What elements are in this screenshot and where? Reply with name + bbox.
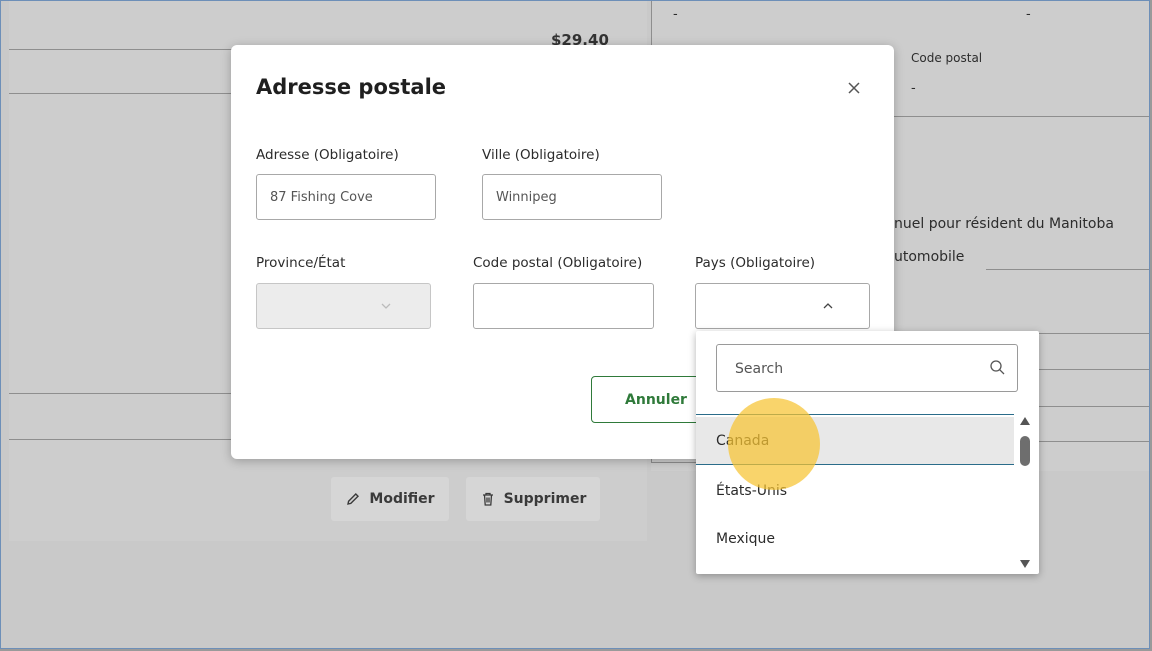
divider: [1039, 369, 1149, 370]
scroll-up-arrow-icon[interactable]: [1020, 417, 1030, 425]
search-icon: [990, 360, 1005, 375]
divider: [651, 462, 696, 463]
scroll-down-arrow-icon[interactable]: [1020, 560, 1030, 568]
search-field[interactable]: [716, 344, 1018, 393]
province-select[interactable]: [256, 283, 431, 329]
pencil-icon: [347, 493, 360, 505]
app-frame: $29.40 - - Code postal - nuel pour résid…: [0, 0, 1150, 649]
search-input[interactable]: [733, 345, 977, 393]
close-icon[interactable]: [843, 77, 865, 99]
province-label: Province/État: [256, 255, 346, 271]
delete-button-label: Supprimer: [503, 491, 587, 507]
list-top-border: [696, 414, 1014, 415]
chevron-up-icon: [823, 303, 833, 309]
dialog-title: Adresse postale: [256, 75, 447, 99]
automobile-text: utomobile: [894, 249, 965, 265]
city-input[interactable]: [482, 174, 662, 220]
divider: [9, 93, 231, 94]
option-etats-unis[interactable]: États-Unis: [696, 467, 1014, 515]
trash-icon: [482, 492, 493, 506]
divider: [986, 269, 1149, 270]
postal-code-input[interactable]: [473, 283, 654, 329]
edit-button[interactable]: Modifier: [331, 477, 449, 521]
country-label: Pays (Obligatoire): [695, 255, 816, 271]
option-canada[interactable]: Canada: [696, 417, 1014, 465]
chevron-down-icon: [381, 303, 391, 309]
divider: [9, 439, 231, 440]
postal-code-value: -: [911, 81, 916, 96]
divider: [1039, 406, 1149, 407]
address-input[interactable]: [256, 174, 436, 220]
divider: [1039, 333, 1149, 334]
manitoba-text: nuel pour résident du Manitoba: [894, 216, 1114, 232]
country-dropdown: Canada États-Unis Mexique: [696, 331, 1039, 574]
postal-code-label: Code postal: [911, 51, 983, 65]
delete-button[interactable]: Supprimer: [466, 477, 600, 521]
scrollbar-thumb[interactable]: [1020, 436, 1030, 466]
postal-code-label: Code postal (Obligatoire): [473, 255, 643, 271]
dash-text: -: [1026, 7, 1031, 22]
option-mexique[interactable]: Mexique: [696, 515, 1014, 563]
divider: [9, 393, 231, 394]
divider: [894, 116, 1149, 117]
divider: [1039, 441, 1149, 442]
city-label: Ville (Obligatoire): [482, 147, 600, 163]
country-select[interactable]: [695, 283, 870, 329]
dash-text: -: [673, 7, 678, 22]
address-label: Adresse (Obligatoire): [256, 147, 399, 163]
edit-button-label: Modifier: [369, 491, 435, 507]
